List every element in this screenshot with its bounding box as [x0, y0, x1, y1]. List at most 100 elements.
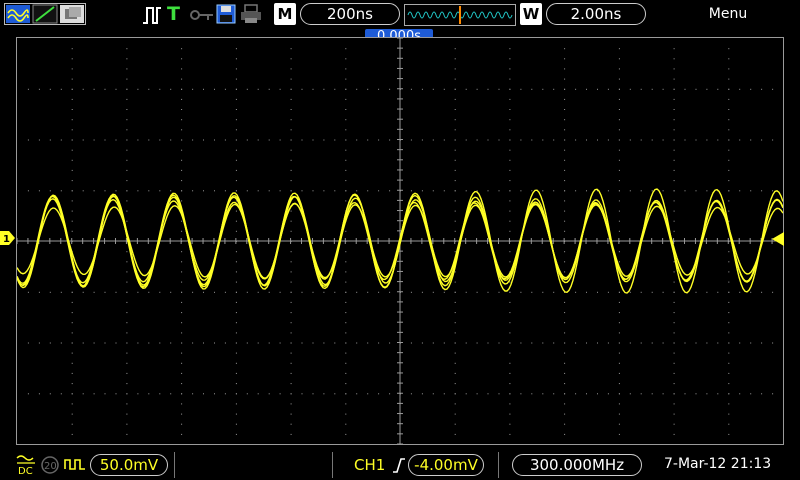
printer-icon[interactable]: [240, 4, 262, 24]
grid-dot: [739, 342, 741, 344]
grid-dot: [290, 251, 292, 253]
graticule: [17, 38, 783, 444]
ch1-volts-div-display[interactable]: 50.0mV: [90, 454, 168, 476]
grid-dot: [454, 312, 456, 314]
coupling-icon[interactable]: DC: [16, 454, 36, 476]
grid-dot: [564, 301, 566, 303]
acquisition-mode-icons[interactable]: [4, 3, 86, 25]
grid-dot: [126, 433, 128, 435]
grid-dot: [192, 291, 194, 293]
grid-dot: [728, 48, 730, 50]
grid-dot: [673, 68, 675, 70]
grid-dot: [126, 48, 128, 50]
trigger-level-marker[interactable]: [771, 232, 785, 246]
timebase-display[interactable]: 200ns: [300, 3, 400, 25]
bandwidth-limit-icon[interactable]: 20: [40, 455, 60, 475]
grid-dot: [203, 88, 204, 90]
grid-dot: [597, 291, 598, 293]
menu-button[interactable]: Menu: [690, 6, 766, 22]
grid-dot: [564, 180, 566, 182]
grid-dot: [235, 210, 237, 212]
grid-dot: [82, 190, 84, 192]
grid-dot: [454, 403, 456, 405]
grid-dot: [378, 393, 380, 395]
grid-dot: [564, 362, 566, 364]
waveform-screen[interactable]: [16, 37, 784, 445]
grid-dot: [181, 98, 183, 100]
grid-dot: [356, 342, 358, 344]
grid-dot: [279, 393, 281, 395]
grid-dot: [126, 261, 128, 263]
window-timebase-display[interactable]: 2.00ns: [546, 3, 646, 25]
invert-icon[interactable]: [64, 457, 86, 471]
grid-dot: [618, 169, 620, 171]
grid-dot: [290, 332, 292, 334]
memory-position-bar[interactable]: [404, 4, 516, 26]
grid-dot: [235, 352, 237, 354]
grid-dot: [575, 291, 577, 293]
probe-label: 20: [44, 461, 57, 472]
grid-dot: [235, 281, 237, 283]
grid-dot: [345, 190, 347, 192]
grid-dot: [640, 291, 642, 293]
grid-dot: [290, 281, 292, 283]
grid-dot: [684, 190, 686, 192]
grid-dot: [509, 342, 511, 344]
grid-dot: [728, 210, 730, 212]
grid-dot: [312, 190, 314, 192]
grid-dot: [181, 332, 183, 334]
grid-dot: [509, 139, 511, 141]
grid-dot: [126, 312, 128, 314]
grid-dot: [564, 383, 566, 385]
grid-dot: [421, 190, 423, 192]
grid-dot: [509, 332, 511, 334]
grid-dot: [345, 109, 347, 110]
grid-dot: [673, 98, 675, 100]
grid-dot: [618, 393, 620, 395]
grid-dot: [345, 271, 347, 273]
grid-dot: [618, 301, 620, 303]
grid-dot: [509, 291, 511, 293]
grid-dot: [564, 58, 566, 60]
grid-dot: [695, 291, 697, 293]
grid-dot: [170, 393, 172, 395]
grid-dot: [728, 281, 730, 283]
grid-dot: [542, 139, 544, 141]
grid-dot: [290, 383, 292, 385]
grid-dot: [717, 393, 719, 395]
grid-dot: [618, 403, 620, 405]
grid-dot: [673, 180, 675, 182]
grid-dot: [71, 362, 73, 364]
grid-dot: [564, 332, 566, 334]
grid-dot: [246, 393, 248, 395]
grid-dot: [750, 393, 752, 395]
grid-dot: [531, 291, 533, 293]
grid-dot: [148, 291, 150, 293]
grid-dot: [673, 291, 675, 293]
grid-dot: [476, 393, 478, 395]
grid-dot: [750, 291, 752, 293]
trigger-level-display[interactable]: -4.00mV: [408, 454, 484, 476]
grid-dot: [575, 88, 577, 90]
grid-dot: [607, 190, 609, 192]
grid-dot: [728, 372, 730, 374]
grid-dot: [454, 383, 456, 385]
grid-dot: [454, 210, 456, 212]
grid-dot: [564, 88, 566, 90]
grid-dot: [421, 88, 423, 90]
grid-dot: [334, 291, 336, 293]
grid-dot: [454, 149, 456, 151]
save-icon[interactable]: [216, 4, 236, 24]
grid-dot: [454, 332, 456, 334]
grid-dot: [531, 393, 533, 395]
grid-dot: [487, 342, 489, 344]
grid-dot: [181, 372, 183, 374]
grid-dot: [454, 251, 456, 253]
grid-dot: [181, 352, 183, 354]
grid-dot: [520, 139, 522, 141]
ch1-level-marker[interactable]: 1: [0, 231, 16, 245]
grid-dot: [772, 342, 774, 344]
grid-dot: [224, 88, 226, 90]
grid-dot: [673, 423, 675, 425]
grid-dot: [367, 190, 369, 192]
